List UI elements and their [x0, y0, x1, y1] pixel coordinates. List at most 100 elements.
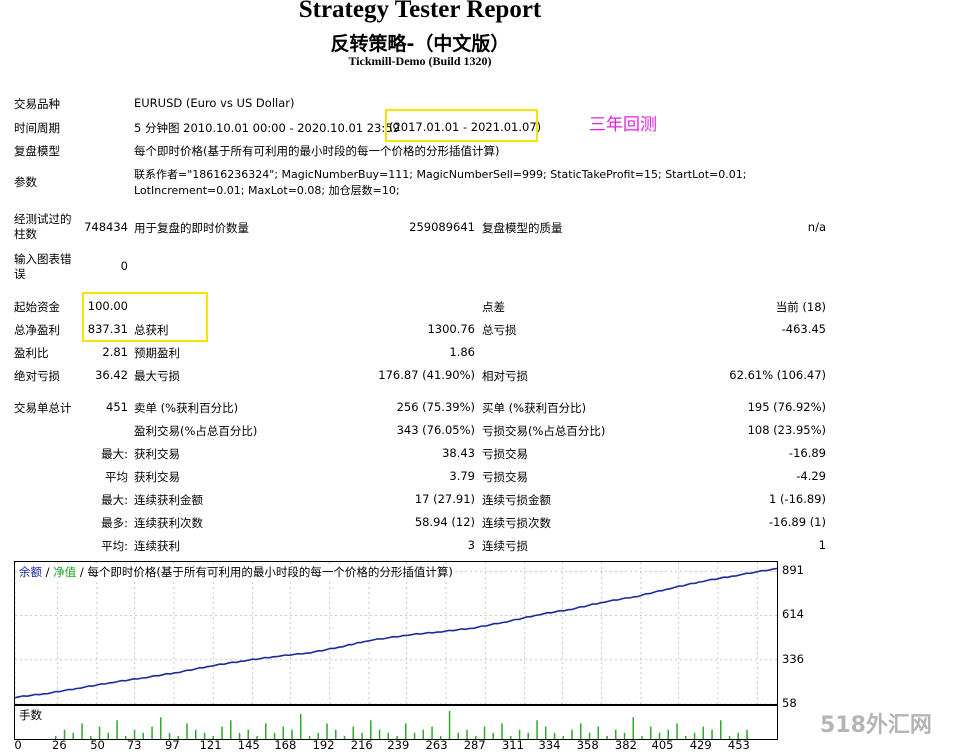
volume-bar: [335, 729, 337, 739]
server-build: Tickmill-Demo (Build 1320): [348, 54, 492, 68]
volume-bar: [230, 720, 232, 739]
volume-bar: [326, 723, 328, 739]
volume-bar: [536, 720, 538, 739]
volume-bar: [606, 735, 608, 739]
quality-value: n/a: [807, 220, 826, 234]
initial-deposit-label: 起始资金: [14, 300, 60, 314]
short-trades-value: 256 (75.39%): [396, 400, 475, 414]
volume-bar: [72, 732, 74, 739]
legend-balance: 余额: [19, 565, 42, 579]
x-tick-label: 216: [350, 738, 373, 752]
bars-value: 748434: [84, 220, 128, 234]
volume-bar: [142, 732, 144, 739]
max-drawdown-value: 176.87 (41.90%): [378, 368, 475, 382]
params-label: 参数: [14, 175, 37, 189]
volume-bar: [580, 723, 582, 739]
x-tick-label: 26: [52, 738, 67, 752]
x-tick-label: 334: [538, 738, 561, 752]
x-tick-label: 192: [312, 738, 335, 752]
max-consec-wins-label: 连续获利金额: [134, 493, 203, 507]
y-tick-label: 614: [782, 607, 804, 622]
initial-deposit-value: 100.00: [87, 299, 128, 313]
quality-label: 复盘模型的质量: [482, 221, 563, 235]
x-tick-label: 287: [463, 738, 486, 752]
expected-payoff-label: 预期盈利: [134, 346, 180, 360]
volume-bar: [405, 723, 407, 739]
short-trades-label: 卖单 (%获利百分比): [134, 401, 239, 415]
volume-bar: [562, 735, 564, 739]
avg-consec-losses-value: 1: [818, 538, 826, 552]
balance-line: [14, 567, 778, 699]
average-profit-label: 获利交易: [134, 470, 180, 484]
volume-bar: [116, 720, 118, 739]
volume-bar: [378, 729, 381, 739]
volume-bar: [457, 732, 459, 739]
spread-label: 点差: [482, 300, 505, 314]
volume-bar: [186, 723, 188, 739]
x-tick-label: 145: [237, 738, 260, 752]
report-subtitle: 反转策略-（中文版）: [330, 33, 510, 55]
volume-bar: [720, 720, 722, 739]
average-prefix: 平均: [105, 470, 128, 484]
volume-bar: [501, 723, 503, 739]
params-line-2: LotIncrement=0.01; MaxLot=0.08; 加仓层数=10;: [134, 184, 400, 197]
max-consec-loss-value: -16.89 (1): [768, 515, 826, 529]
x-tick-label: 358: [576, 738, 599, 752]
params-line-1: 联系作者="18616236324"; MagicNumberBuy=111; …: [134, 168, 747, 181]
x-tick-label: 382: [614, 738, 637, 752]
volume-bar: [151, 726, 153, 739]
period-highlight-box: [385, 109, 538, 142]
x-tick-label: 239: [387, 738, 410, 752]
legend-separator: /: [76, 565, 88, 579]
largest-profit-label: 获利交易: [134, 447, 180, 461]
rel-drawdown-value: 62.61% (106.47): [729, 368, 826, 382]
net-profit-value: 837.31: [87, 322, 128, 336]
model-value: 每个即时价格(基于所有可利用的最小时段的每一个价格的分形插值计算): [134, 144, 500, 158]
long-trades-value: 195 (76.92%): [747, 400, 826, 414]
max2-prefix: 最多:: [101, 516, 128, 530]
long-trades-label: 买单 (%获利百分比): [482, 401, 587, 415]
y-tick-label: 58: [782, 696, 797, 710]
volume-bar: [265, 723, 267, 739]
average-loss-value: -4.29: [796, 469, 826, 483]
volume-label: 手数: [19, 707, 42, 723]
average-profit-value: 3.79: [449, 469, 475, 483]
max-consec-losses-label: 连续亏损金额: [482, 493, 551, 507]
total-trades-value: 451: [106, 400, 128, 414]
volume-bar: [370, 720, 372, 739]
errors-value: 0: [120, 259, 128, 273]
volume-bar: [492, 732, 494, 739]
x-tick-label: 429: [689, 738, 712, 752]
volume-bar: [160, 717, 162, 739]
symbol-value: EURUSD (Euro vs US Dollar): [134, 96, 295, 110]
watermark: 518外汇网: [820, 713, 932, 738]
x-tick-label: 263: [425, 738, 448, 752]
balance-chart-svg: [14, 562, 778, 705]
rel-drawdown-label: 相对亏损: [482, 369, 528, 383]
total-trades-label: 交易单总计: [14, 401, 72, 415]
report-title: Strategy Tester Report: [298, 0, 542, 23]
max-consec-wins-value: 17 (27.91): [414, 492, 475, 506]
avg-consec-losses-label: 连续亏损: [482, 539, 528, 553]
x-tick-label: 0: [14, 738, 22, 752]
volume-bar: [676, 723, 678, 739]
y-tick-label: 336: [782, 651, 804, 666]
gross-profit-value: 1300.76: [427, 322, 475, 336]
x-tick-label: 97: [165, 738, 180, 752]
profit-factor-value: 2.81: [102, 345, 128, 359]
net-profit-label: 总净盈利: [14, 323, 60, 337]
max-drawdown-label: 最大亏损: [134, 369, 180, 383]
legend-description: 每个即时价格(基于所有可利用的最小时段的每一个价格的分形插值计算): [87, 565, 453, 579]
largest-loss-value: -16.89: [788, 446, 826, 460]
avg2-prefix: 平均:: [101, 539, 128, 553]
x-tick-label: 50: [90, 738, 105, 752]
x-tick-label: 168: [274, 738, 297, 752]
gross-loss-value: -463.45: [781, 322, 826, 336]
loss-trades-label: 亏损交易(%占总百分比): [482, 424, 606, 438]
spread-value: 当前 (18): [775, 300, 826, 314]
gross-loss-label: 总亏损: [482, 323, 517, 337]
balance-chart: 余额 / 净值 / 每个即时价格(基于所有可利用的最小时段的每一个价格的分形插值…: [14, 561, 778, 705]
max1-prefix: 最大:: [101, 493, 128, 507]
max-consec-profit-label: 连续获利次数: [134, 516, 203, 530]
legend-separator: /: [42, 565, 54, 579]
